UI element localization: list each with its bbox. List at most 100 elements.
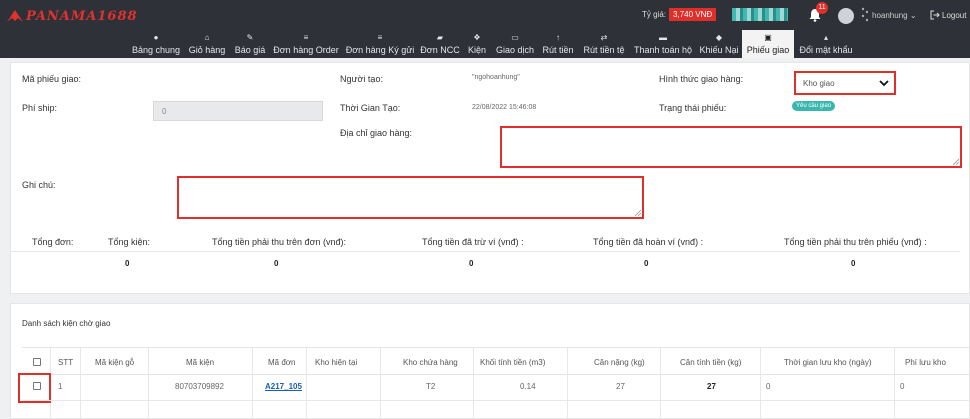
dia-chi-label: Địa chỉ giao hàng:: [340, 128, 413, 138]
cell-ma-don-link[interactable]: A217_105: [265, 382, 302, 391]
summary-divider: [10, 251, 960, 252]
nav-label: Giỏ hàng: [188, 45, 226, 55]
main-nav: ● Bảng chung ⌂ Giỏ hàng ✎ Báo giá ≡ Đơn hàng…: [0, 30, 970, 58]
logout-button[interactable]: Logout: [930, 10, 966, 20]
status-badge: Yêu cầu giao: [792, 101, 836, 111]
phi-ship-label: Phí ship:: [22, 103, 58, 113]
top-bar: PANAMA1688 Tỷ giá: 3,740 VNĐ 11 hoanhung…: [0, 0, 970, 30]
cell-khoi-tinh-tien: 0.14: [520, 382, 536, 391]
logout-label: Logout: [942, 10, 967, 20]
ghi-chu-textarea[interactable]: [177, 176, 644, 219]
dashboard-icon: ●: [153, 33, 159, 42]
list-title: Danh sách kiện chờ giao: [22, 319, 111, 328]
cell-kho-chua-hang: T2: [426, 382, 436, 391]
nav-item-doi-mat-khau[interactable]: ▴ Đổi mật khẩu: [798, 30, 854, 58]
cell-ma-kien: 80703709892: [175, 382, 224, 391]
avatar[interactable]: [838, 8, 854, 24]
thoi-gian-label: Thời Gian Tạo:: [340, 103, 401, 113]
row-checkbox[interactable]: [33, 382, 41, 390]
nav-item-khieu-nai[interactable]: ◆ Khiếu Nại: [698, 30, 740, 58]
tong-tien-phai-thu-phieu-label: Tổng tiền phải thu trên phiếu (vnđ) :: [784, 237, 927, 247]
nav-item-don-hang-ky-gui[interactable]: ≡ Đơn hàng Ký gửi: [344, 30, 416, 58]
dia-chi-textarea[interactable]: [500, 126, 962, 168]
nav-label: Khiếu Nại: [699, 45, 739, 55]
col-ma-don: Mã đơn: [268, 358, 296, 367]
cell-phi-luu-kho: 0: [900, 382, 905, 391]
brand-name: PANAMA1688: [26, 8, 138, 24]
col-kho-hien-tai: Kho hiện tại: [315, 358, 358, 367]
nav-label: Kiện: [467, 45, 486, 55]
col-thoi-gian-luu-kho: Thời gian lưu kho (ngày): [784, 358, 872, 367]
list-icon: ≡: [377, 33, 383, 42]
ma-phieu-label: Mã phiếu giao:: [22, 74, 82, 84]
hinh-thuc-select[interactable]: Kho giao: [794, 71, 896, 95]
nav-label: Rút tiền tệ: [583, 45, 625, 55]
exchange-icon: ⇄: [600, 33, 608, 42]
tong-tien-hoan-vi-label: Tổng tiền đã hoàn ví (vnđ) :: [593, 237, 704, 247]
col-divider: [660, 347, 661, 419]
phi-ship-input[interactable]: 0: [153, 101, 323, 121]
nav-item-phieu-giao[interactable]: ▣ Phiếu giao: [742, 30, 794, 58]
col-stt: STT: [58, 358, 74, 367]
col-phi-luu-kho: Phí lưu kho: [905, 358, 946, 367]
col-ma-kien: Mã kiện: [186, 358, 215, 367]
col-divider: [567, 347, 568, 419]
cell-can-tinh-tien: 27: [707, 382, 716, 391]
nav-item-thanh-toan-ho[interactable]: ▬ Thanh toán hộ: [632, 30, 694, 58]
nav-item-don-hang-order[interactable]: ≡ Đơn hàng Order: [272, 30, 340, 58]
col-divider: [80, 347, 81, 419]
resize-grip-icon: [635, 210, 641, 216]
tong-tien-phai-thu-phieu-value: 0: [851, 259, 856, 268]
cell-thoi-gian-luu-kho: 0: [766, 382, 771, 391]
col-divider: [760, 347, 761, 419]
col-divider: [473, 347, 474, 419]
unlock-icon: ▴: [823, 33, 828, 42]
select-all-checkbox[interactable]: [33, 358, 41, 366]
nav-item-bang-chung[interactable]: ● Bảng chung: [131, 30, 181, 58]
cell-can-nang: 27: [616, 382, 625, 391]
calendar-icon: ▭: [511, 33, 519, 42]
nav-item-rut-tien-te[interactable]: ⇄ Rút tiền tệ: [580, 30, 628, 58]
logo-wing-icon: [7, 10, 23, 22]
thoi-gian-value: 22/08/2022 15:46:08: [472, 104, 537, 111]
nav-label: Giao dịch: [495, 45, 535, 55]
nav-label: Đơn hàng Ký gửi: [345, 45, 415, 55]
nav-item-rut-tien[interactable]: ↑ Rút tiền: [540, 30, 576, 58]
tong-tien-tru-vi-value: 0: [469, 259, 474, 268]
nav-item-giao-dich[interactable]: ▭ Giao dịch: [494, 30, 536, 58]
tong-tien-hoan-vi-value: 0: [644, 259, 649, 268]
nav-item-gio-hang[interactable]: ⌂ Giỏ hàng: [186, 30, 228, 58]
rate-value: 3,740 VNĐ: [669, 8, 717, 21]
tong-tien-phai-thu-don-value: 0: [274, 259, 279, 268]
notification-badge: 11: [816, 2, 828, 14]
col-can-nang: Cân nặng (kg): [594, 358, 645, 367]
hinh-thuc-label: Hình thức giao hàng:: [659, 74, 744, 84]
nguoi-tao-label: Người tạo:: [340, 74, 383, 84]
hinh-thuc-value: Kho giao: [803, 79, 835, 88]
blurred-dots-icon: [861, 7, 869, 22]
tong-don-label: Tổng đơn:: [32, 237, 74, 247]
resize-grip-icon: [953, 159, 959, 165]
col-divider: [306, 347, 307, 419]
col-divider: [252, 347, 253, 419]
col-khoi-tinh-tien: Khối tính tiền (m3): [480, 358, 546, 367]
account-balance-blurred: [732, 8, 788, 21]
nav-label: Đơn NCC: [420, 45, 460, 55]
tong-tien-tru-vi-label: Tổng tiền đã trừ ví (vnđ) :: [422, 237, 524, 247]
nav-item-don-ncc[interactable]: ▰ Đơn NCC: [420, 30, 460, 58]
card-icon: ▬: [659, 33, 667, 42]
logout-icon: [930, 10, 940, 20]
col-can-tinh-tien: Cân tính tiền (kg): [680, 358, 742, 367]
ghi-chu-label: Ghi chú:: [22, 180, 56, 190]
nav-item-bao-gia[interactable]: ✎ Báo giá: [232, 30, 268, 58]
brand-logo[interactable]: PANAMA1688: [6, 6, 138, 26]
list-icon: ≡: [303, 33, 309, 42]
nav-item-kien[interactable]: ❖ Kiện: [464, 30, 490, 58]
row-divider: [22, 400, 970, 401]
col-divider: [380, 347, 381, 419]
col-kho-chua-hang: Kho chứa hàng: [403, 358, 458, 367]
username-menu[interactable]: hoanhung ⌄: [872, 11, 917, 20]
nav-label: Phiếu giao: [746, 45, 790, 55]
tong-kien-label: Tổng kiện:: [108, 237, 151, 247]
nav-label: Báo giá: [234, 45, 266, 55]
